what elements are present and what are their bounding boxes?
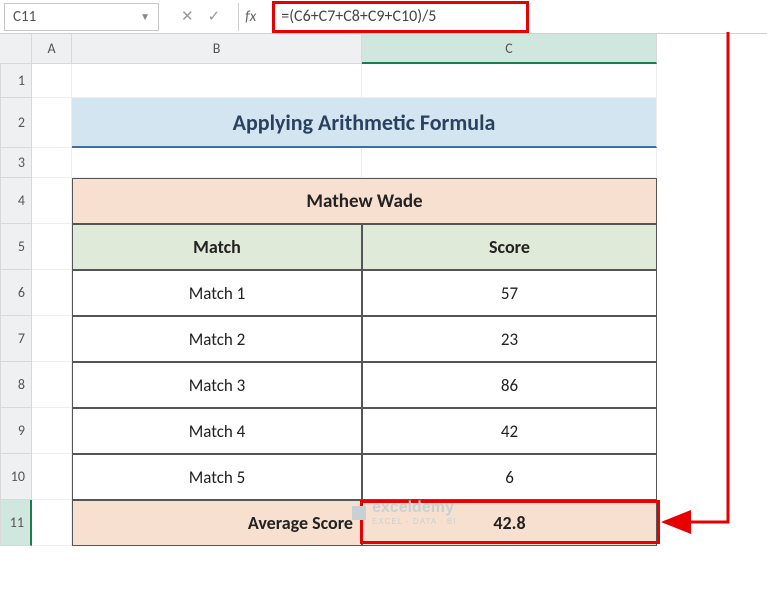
formula-bar-buttons: ✕ ✓ — [163, 7, 238, 26]
select-all-corner[interactable] — [0, 34, 32, 64]
row-header-3[interactable]: 3 — [0, 148, 32, 178]
match-cell-5[interactable]: Match 5 — [72, 454, 362, 500]
row-header-11[interactable]: 11 — [0, 500, 32, 546]
cell-a2[interactable] — [32, 98, 72, 148]
score-cell-3[interactable]: 86 — [362, 362, 657, 408]
cell-a5[interactable] — [32, 224, 72, 270]
formula-input-wrap[interactable]: =(C6+C7+C8+C9+C10)/5 — [266, 3, 767, 31]
row-header-6[interactable]: 6 — [0, 270, 32, 316]
formula-bar: C11 ▼ ✕ ✓ fx =(C6+C7+C8+C9+C10)/5 — [0, 0, 767, 34]
average-label-cell[interactable]: Average Score — [72, 500, 362, 546]
row-header-4[interactable]: 4 — [0, 178, 32, 224]
name-box[interactable]: C11 ▼ — [4, 3, 159, 31]
cell-b1[interactable] — [72, 64, 362, 98]
col-header-b[interactable]: B — [72, 34, 362, 64]
match-cell-2[interactable]: Match 2 — [72, 316, 362, 362]
cell-a1[interactable] — [32, 64, 72, 98]
player-name-header[interactable]: Mathew Wade — [72, 178, 657, 224]
formula-text: =(C6+C7+C8+C9+C10)/5 — [272, 1, 529, 33]
row-header-8[interactable]: 8 — [0, 362, 32, 408]
fx-label[interactable]: fx — [238, 3, 266, 31]
cell-c1[interactable] — [362, 64, 657, 98]
cell-a4[interactable] — [32, 178, 72, 224]
match-cell-1[interactable]: Match 1 — [72, 270, 362, 316]
cell-a8[interactable] — [32, 362, 72, 408]
sheet-title[interactable]: Applying Arithmetic Formula — [72, 98, 657, 148]
cell-a11[interactable] — [32, 500, 72, 546]
col-header-a[interactable]: A — [32, 34, 72, 64]
row-header-5[interactable]: 5 — [0, 224, 32, 270]
row-header-7[interactable]: 7 — [0, 316, 32, 362]
cell-reference: C11 — [13, 8, 36, 26]
cancel-icon[interactable]: ✕ — [181, 7, 194, 26]
match-cell-3[interactable]: Match 3 — [72, 362, 362, 408]
col-header-c[interactable]: C — [362, 34, 657, 64]
cell-a7[interactable] — [32, 316, 72, 362]
match-header[interactable]: Match — [72, 224, 362, 270]
cell-a10[interactable] — [32, 454, 72, 500]
average-value-cell[interactable]: 42.8 — [362, 500, 657, 546]
score-cell-1[interactable]: 57 — [362, 270, 657, 316]
accept-icon[interactable]: ✓ — [208, 7, 221, 26]
cell-c3[interactable] — [362, 148, 657, 178]
row-header-2[interactable]: 2 — [0, 98, 32, 148]
score-cell-4[interactable]: 42 — [362, 408, 657, 454]
row-header-1[interactable]: 1 — [0, 64, 32, 98]
chevron-down-icon[interactable]: ▼ — [140, 10, 150, 23]
row-header-10[interactable]: 10 — [0, 454, 32, 500]
spreadsheet-grid[interactable]: A B C 1 2 Applying Arithmetic Formula 3 … — [0, 34, 767, 546]
row-header-9[interactable]: 9 — [0, 408, 32, 454]
score-cell-5[interactable]: 6 — [362, 454, 657, 500]
score-cell-2[interactable]: 23 — [362, 316, 657, 362]
score-header[interactable]: Score — [362, 224, 657, 270]
cell-a3[interactable] — [32, 148, 72, 178]
match-cell-4[interactable]: Match 4 — [72, 408, 362, 454]
cell-b3[interactable] — [72, 148, 362, 178]
cell-a9[interactable] — [32, 408, 72, 454]
cell-a6[interactable] — [32, 270, 72, 316]
